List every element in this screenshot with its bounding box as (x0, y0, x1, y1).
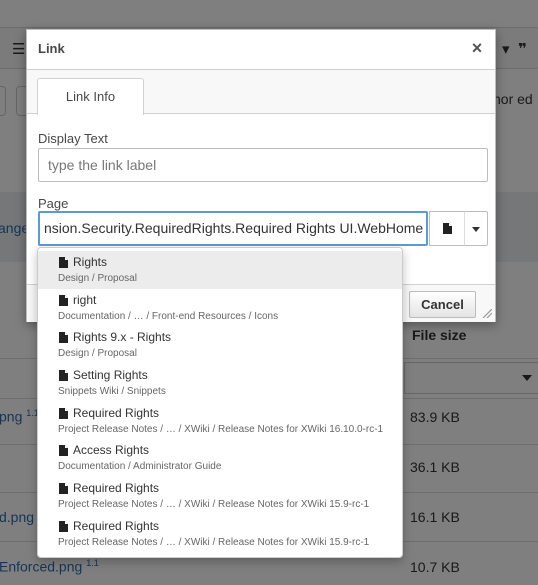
tab-bar: Link Info (27, 70, 495, 115)
suggestion-title: Rights (73, 255, 108, 269)
suggestion-path: Project Release Notes / … / XWiki / Rele… (58, 537, 370, 548)
suggestion-path: Project Release Notes / … / XWiki / Rele… (58, 424, 384, 435)
display-text-label: Display Text (38, 131, 108, 146)
caret-down-icon (472, 227, 480, 232)
document-icon (59, 370, 68, 381)
suggestion-item[interactable]: Rights Design / Proposal (38, 251, 402, 289)
suggestion-item[interactable]: Required Rights Project Release Notes / … (38, 402, 402, 440)
suggestion-item[interactable]: Access Rights Documentation / Administra… (38, 439, 402, 477)
suggestion-item[interactable]: Required Rights Project Release Notes / … (38, 515, 402, 553)
document-icon (443, 223, 452, 234)
tab-link-info[interactable]: Link Info (37, 78, 144, 115)
document-icon (59, 408, 68, 419)
suggestion-item[interactable]: Required Rights Project Release Notes / … (38, 477, 402, 515)
page-input[interactable]: nsion.Security.RequiredRights.Required R… (38, 211, 428, 246)
page-dropdown-toggle[interactable] (464, 211, 488, 246)
dialog-title: Link (38, 41, 65, 56)
page-label: Page (38, 196, 69, 211)
suggestion-item[interactable]: Setting Rights Snippets Wiki / Snippets (38, 364, 402, 402)
resize-handle-icon[interactable] (483, 309, 492, 318)
suggestion-item[interactable]: right Documentation / … / Front-end Reso… (38, 289, 402, 327)
suggestion-path: Snippets Wiki / Snippets (58, 386, 166, 397)
suggestion-title: Rights 9.x - Rights (73, 330, 172, 344)
suggestion-title: Required Rights (73, 519, 160, 533)
document-icon (59, 483, 68, 494)
suggestion-path: Project Release Notes / … / XWiki / Rele… (58, 499, 370, 510)
document-icon (59, 521, 68, 532)
suggestion-title: Setting Rights (73, 368, 148, 382)
document-icon (59, 445, 68, 456)
document-icon (59, 257, 68, 268)
suggestion-item[interactable]: Rights 9.x - Rights Design / Proposal (38, 326, 402, 364)
suggestion-title: Access Rights (73, 443, 150, 457)
suggestion-path: Documentation / … / Front-end Resources … (58, 311, 279, 322)
suggestion-path: Design / Proposal (58, 348, 137, 359)
page-picker-button[interactable] (429, 211, 465, 246)
cancel-button[interactable]: Cancel (409, 291, 476, 318)
document-icon (59, 332, 68, 343)
close-icon[interactable]: × (468, 39, 486, 57)
page-suggestions-dropdown: Rights Design / Proposal right Documenta… (37, 247, 403, 558)
display-text-input[interactable]: type the link label (38, 148, 488, 182)
suggestion-title: right (73, 293, 97, 307)
suggestion-title: Required Rights (73, 406, 160, 420)
suggestion-path: Design / Proposal (58, 273, 137, 284)
document-icon (59, 295, 68, 306)
suggestion-path: Documentation / Administrator Guide (58, 461, 222, 472)
suggestion-title: Required Rights (73, 481, 160, 495)
